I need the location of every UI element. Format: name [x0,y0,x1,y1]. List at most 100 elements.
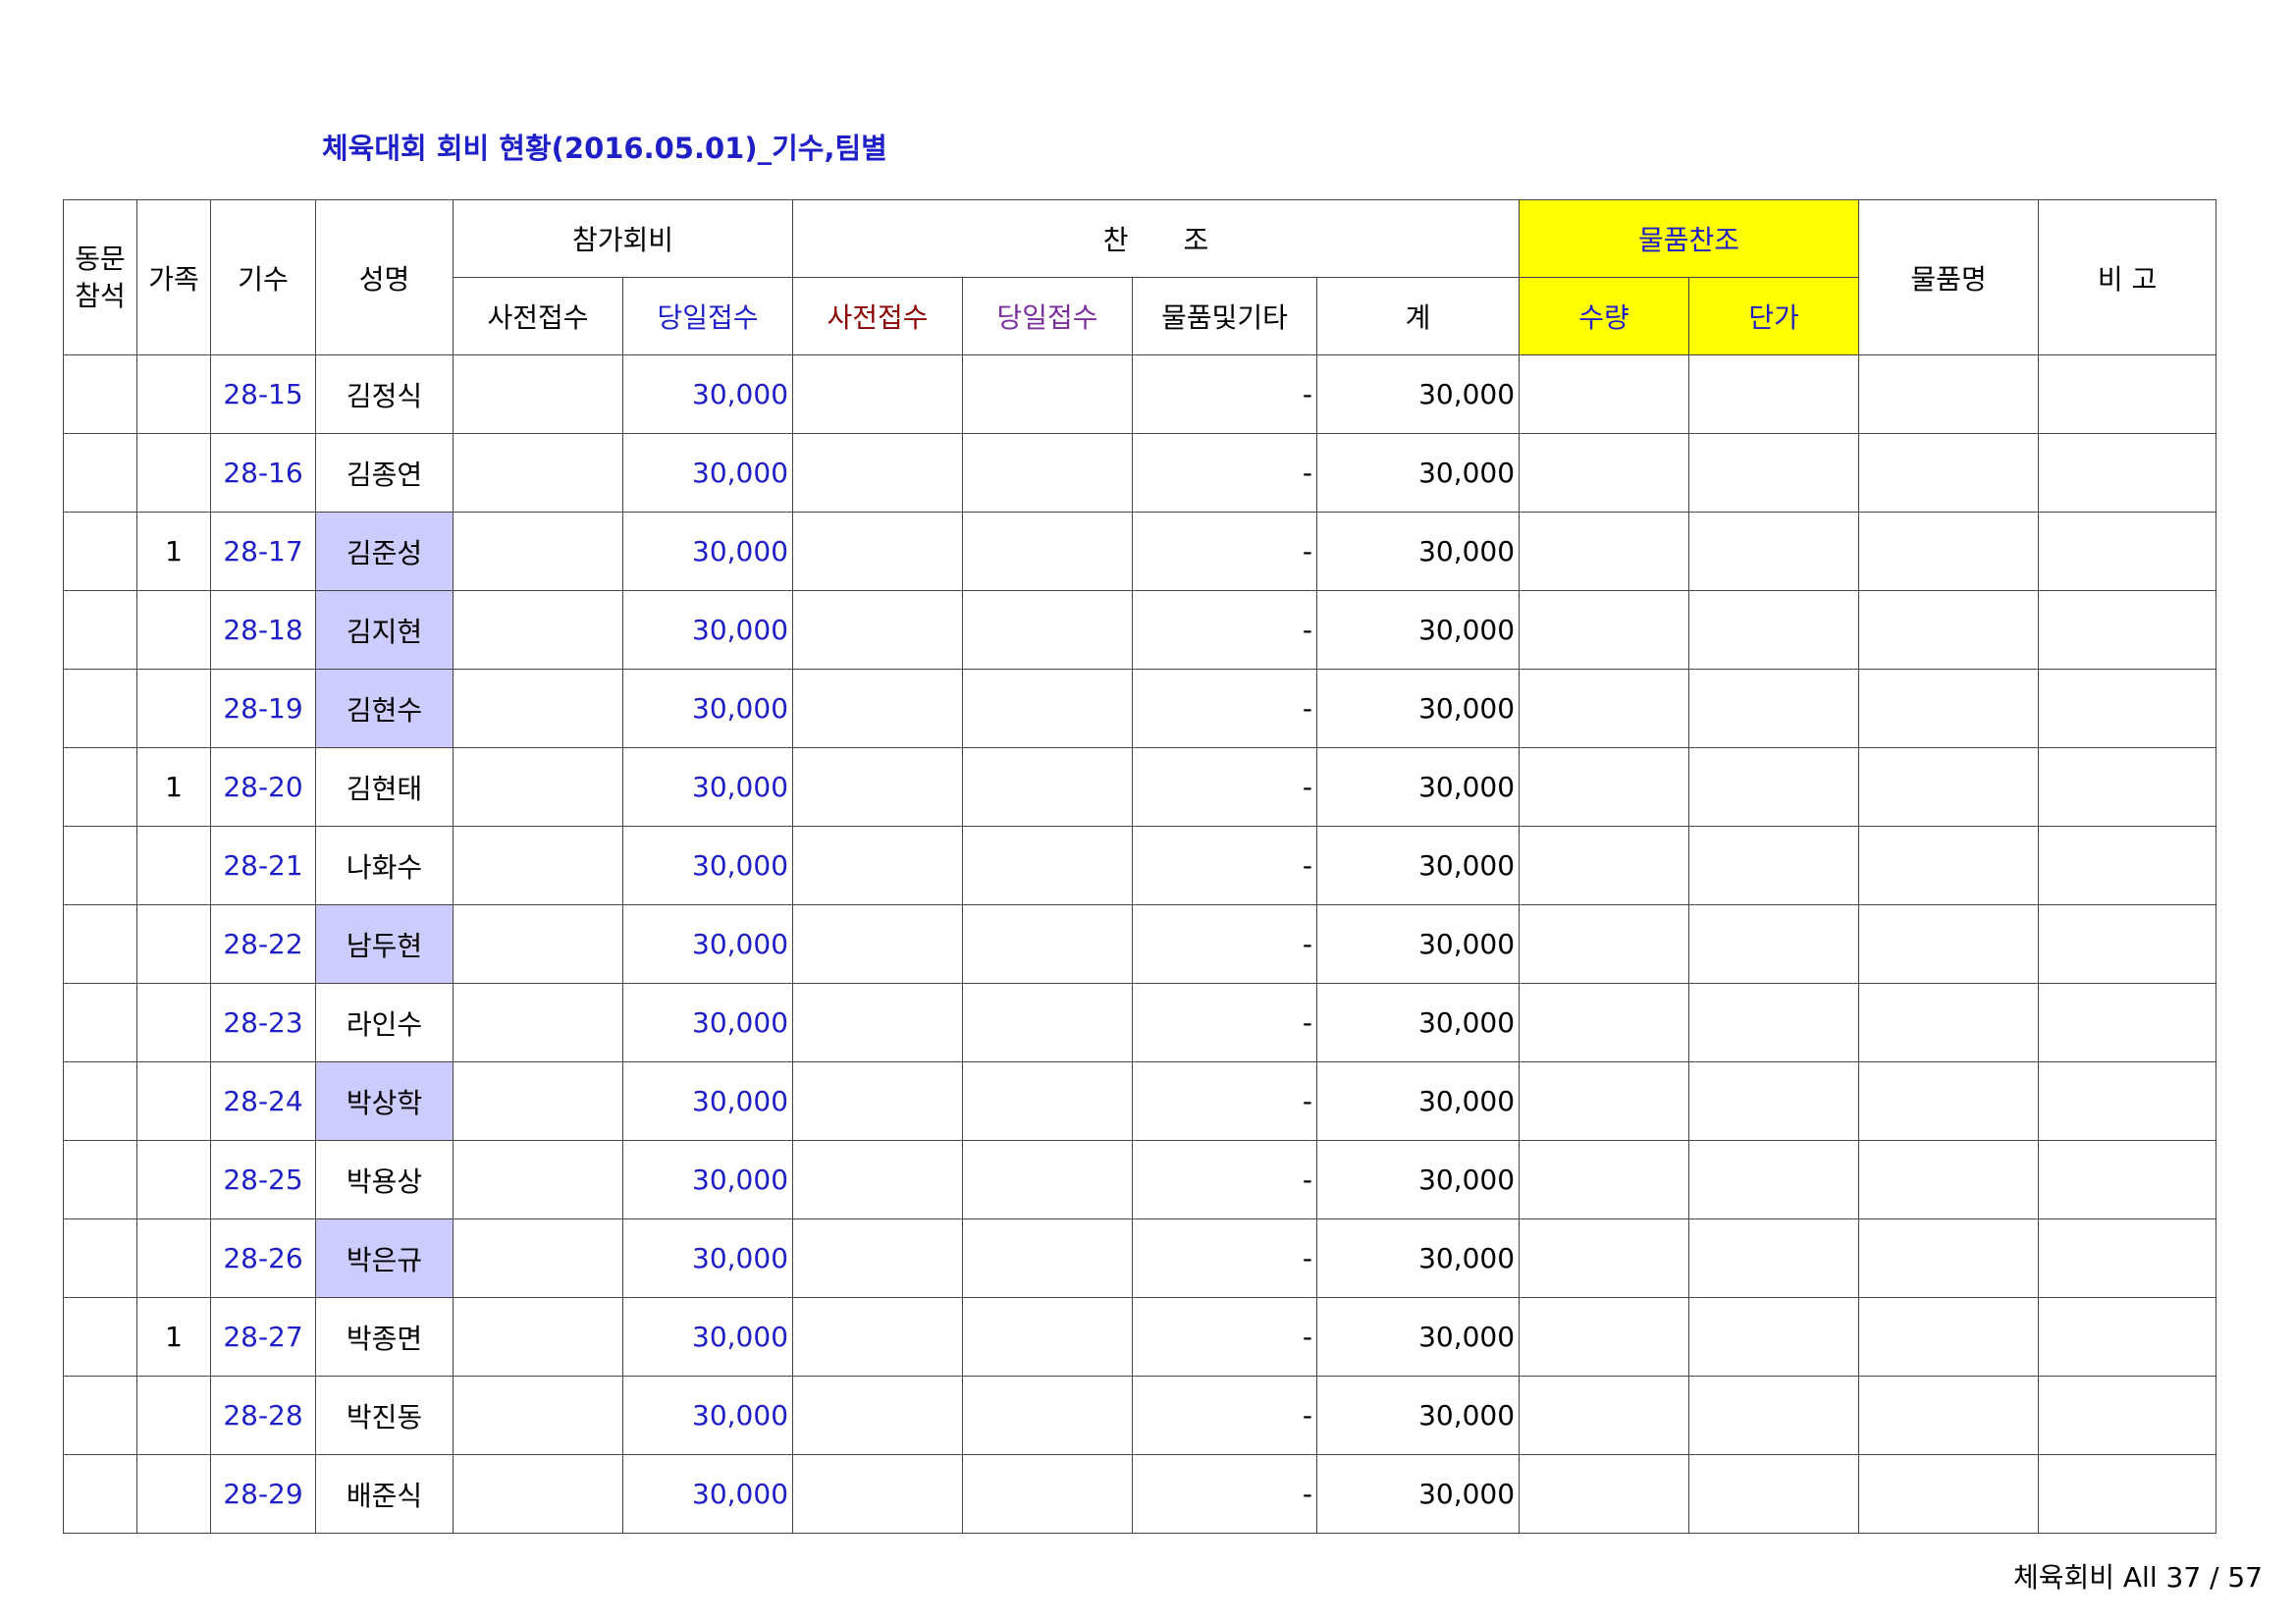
cell-sponsor-pre [792,1140,964,1219]
cell-name: 박진동 [315,1376,454,1455]
cell-remarks [2038,433,2217,513]
cell-sponsor-day [962,669,1134,748]
cell-fee-day: 30,000 [621,747,794,827]
cell-sponsor-goods: - [1132,1061,1318,1141]
cell-family [136,1061,211,1141]
cell-gisu: 28-15 [210,354,316,434]
cell-alumni-attend [63,1061,137,1141]
cell-sponsor-day [962,512,1134,591]
table-row: 1 28-17 김준성 30,000-30,000 [63,512,2217,591]
cell-goods-qty [1519,1376,1690,1455]
header-sponsor-day: 당일접수 [962,277,1134,355]
cell-remarks [2038,826,2217,905]
cell-alumni-attend [63,1297,137,1377]
cell-sponsor-pre [792,747,964,827]
cell-fee-pre [453,1218,623,1298]
cell-gisu: 28-20 [210,747,316,827]
header-sponsor-pre: 사전접수 [792,277,964,355]
cell-fee-pre [453,904,623,984]
cell-sponsor-pre [792,512,964,591]
cell-sponsor-goods: - [1132,1218,1318,1298]
cell-goods-name [1858,983,2040,1062]
cell-goods-qty [1519,590,1690,670]
cell-goods-price [1688,826,1860,905]
cell-sponsor-total: 30,000 [1316,669,1521,748]
cell-sponsor-goods: - [1132,747,1318,827]
cell-fee-pre [453,1376,623,1455]
cell-alumni-attend [63,1140,137,1219]
cell-gisu: 28-29 [210,1454,316,1534]
cell-name: 박상학 [315,1061,454,1141]
cell-fee-day: 30,000 [621,1061,794,1141]
cell-sponsor-day [962,1140,1134,1219]
cell-goods-price [1688,1454,1860,1534]
cell-fee-pre [453,1140,623,1219]
cell-goods-price [1688,1297,1860,1377]
cell-family [136,1140,211,1219]
cell-fee-pre [453,983,623,1062]
cell-fee-day: 30,000 [621,1297,794,1377]
cell-family: 1 [136,1297,211,1377]
header-goods-qty: 수량 [1519,277,1690,355]
cell-goods-price [1688,1140,1860,1219]
cell-fee-pre [453,1061,623,1141]
cell-sponsor-pre [792,1376,964,1455]
cell-remarks [2038,983,2217,1062]
cell-alumni-attend [63,1454,137,1534]
cell-fee-pre [453,1297,623,1377]
cell-sponsor-total: 30,000 [1316,983,1521,1062]
cell-name: 김현태 [315,747,454,827]
header-sponsor-goods: 물품및기타 [1132,277,1318,355]
cell-sponsor-total: 30,000 [1316,747,1521,827]
cell-sponsor-goods: - [1132,826,1318,905]
cell-gisu: 28-26 [210,1218,316,1298]
cell-sponsor-total: 30,000 [1316,904,1521,984]
cell-goods-qty [1519,433,1690,513]
table-row: 28-24 박상학 30,000-30,000 [63,1061,2217,1141]
cell-fee-pre [453,433,623,513]
cell-sponsor-goods: - [1132,1454,1318,1534]
cell-fee-pre [453,826,623,905]
cell-goods-qty [1519,747,1690,827]
cell-goods-qty [1519,826,1690,905]
cell-family [136,983,211,1062]
cell-goods-qty [1519,1140,1690,1219]
cell-alumni-attend [63,904,137,984]
cell-sponsor-total: 30,000 [1316,354,1521,434]
cell-fee-day: 30,000 [621,1376,794,1455]
cell-name: 김준성 [315,512,454,591]
cell-gisu: 28-18 [210,590,316,670]
table-row: 28-15 김정식 30,000-30,000 [63,354,2217,434]
cell-fee-day: 30,000 [621,669,794,748]
cell-gisu: 28-24 [210,1061,316,1141]
cell-name: 박용상 [315,1140,454,1219]
cell-remarks [2038,1140,2217,1219]
cell-goods-qty [1519,1297,1690,1377]
cell-sponsor-pre [792,590,964,670]
cell-goods-name [1858,1218,2040,1298]
cell-fee-pre [453,590,623,670]
cell-goods-qty [1519,1218,1690,1298]
cell-sponsor-day [962,1061,1134,1141]
cell-sponsor-goods: - [1132,983,1318,1062]
cell-sponsor-pre [792,1454,964,1534]
cell-goods-price [1688,1218,1860,1298]
cell-family [136,1454,211,1534]
cell-family [136,1376,211,1455]
cell-gisu: 28-16 [210,433,316,513]
cell-sponsor-day [962,354,1134,434]
cell-sponsor-total: 30,000 [1316,590,1521,670]
cell-sponsor-total: 30,000 [1316,1297,1521,1377]
cell-fee-day: 30,000 [621,904,794,984]
cell-goods-price [1688,354,1860,434]
cell-sponsor-pre [792,826,964,905]
cell-goods-name [1858,590,2040,670]
cell-remarks [2038,1218,2217,1298]
cell-goods-name [1858,747,2040,827]
cell-remarks [2038,590,2217,670]
header-goods-price: 단가 [1688,277,1860,355]
cell-goods-price [1688,433,1860,513]
table-row: 28-18 김지현 30,000-30,000 [63,590,2217,670]
page-footer: 체육회비 All 37 / 57 [2012,1561,2263,1594]
cell-sponsor-day [962,1376,1134,1455]
